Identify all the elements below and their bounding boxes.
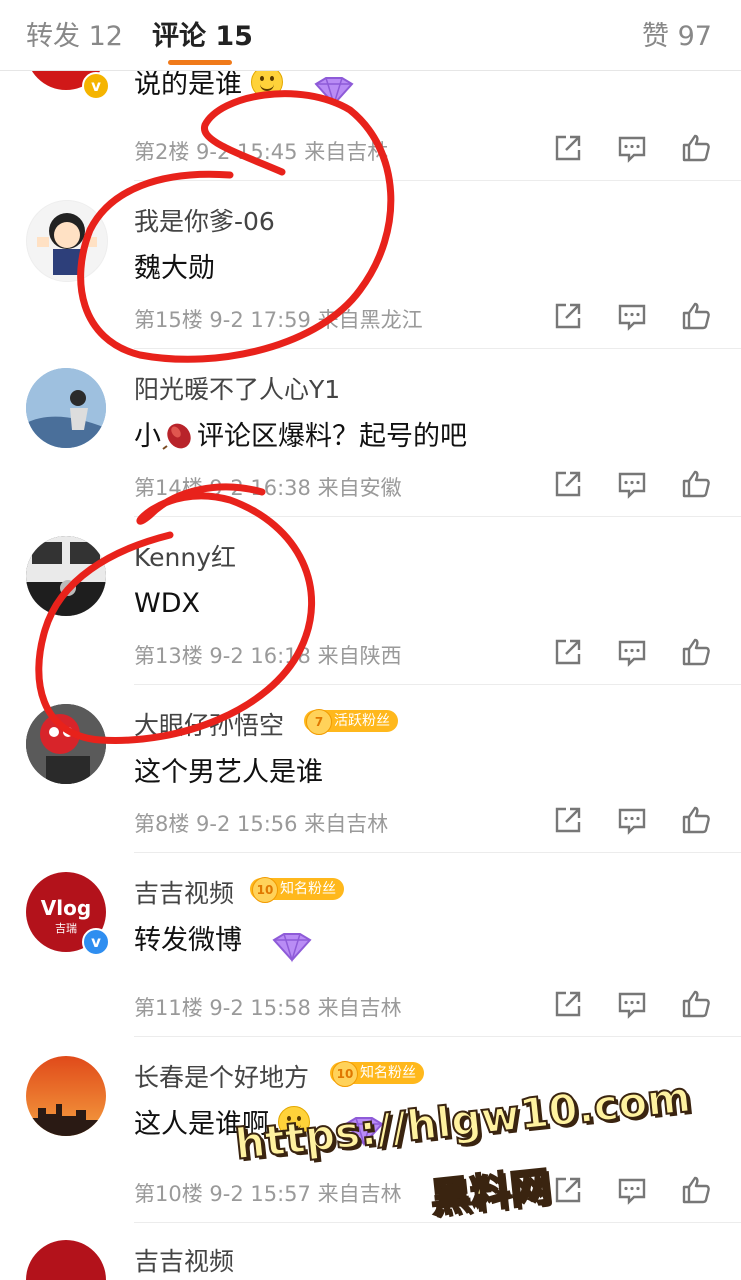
comment-tabs: 转发 12 评论 15 赞 97	[0, 0, 741, 71]
divider	[134, 180, 741, 181]
divider	[134, 852, 741, 853]
comment-actions	[552, 300, 722, 334]
like-icon[interactable]	[680, 300, 712, 332]
comment-actions	[552, 132, 722, 166]
share-icon[interactable]	[552, 1174, 584, 1206]
share-icon[interactable]	[552, 132, 584, 164]
comment-icon[interactable]	[616, 988, 648, 1020]
comment-author[interactable]: 吉吉视频	[134, 1242, 234, 1278]
tab-comments[interactable]: 评论 15	[152, 14, 253, 53]
comment-actions	[552, 1174, 722, 1208]
like-icon[interactable]	[680, 988, 712, 1020]
divider	[134, 516, 741, 517]
watermark-label: 黑料网	[427, 1163, 553, 1223]
like-icon[interactable]	[680, 636, 712, 668]
comment-author[interactable]: Kenny红	[134, 538, 236, 574]
fan-badge: 7 活跃粉丝	[304, 709, 398, 735]
divider	[134, 1036, 741, 1037]
share-icon[interactable]	[552, 804, 584, 836]
avatar[interactable]	[26, 1240, 106, 1280]
comment-meta: 第13楼 9-2 16:18 来自陕西	[134, 644, 402, 668]
comment-icon[interactable]	[616, 804, 648, 836]
comment-actions	[552, 804, 722, 838]
like-icon[interactable]	[680, 1174, 712, 1206]
fan-badge: 10 知名粉丝	[250, 877, 344, 903]
comment-author[interactable]: 吉吉视频	[134, 874, 234, 910]
divider	[134, 348, 741, 349]
comment-author[interactable]: 长春是个好地方	[134, 1058, 309, 1094]
comment-text: 小评论区爆料？起号的吧	[134, 421, 467, 452]
tab-repost[interactable]: 转发 12	[26, 14, 123, 53]
comment-text: 转发微博	[134, 925, 242, 956]
comment-meta: 第2楼 9-2 15:45 来自吉林	[134, 140, 389, 164]
comment-icon[interactable]	[616, 300, 648, 332]
avatar[interactable]	[26, 368, 106, 448]
divider	[134, 684, 741, 685]
comment-text: WDX	[134, 588, 200, 619]
active-tab-indicator	[168, 60, 232, 65]
comment-icon[interactable]	[616, 132, 648, 164]
share-icon[interactable]	[552, 636, 584, 668]
comment-text: 魏大勋	[134, 253, 215, 284]
fan-badge: 10 知名粉丝	[330, 1061, 424, 1087]
comment-meta: 第10楼 9-2 15:57 来自吉林	[134, 1182, 402, 1206]
diamond-icon	[272, 933, 312, 963]
comment-actions	[552, 988, 722, 1022]
share-icon[interactable]	[552, 468, 584, 500]
like-icon[interactable]	[680, 804, 712, 836]
verified-icon: v	[82, 72, 110, 100]
diamond-icon	[314, 77, 354, 107]
avatar[interactable]	[26, 1056, 106, 1136]
comment-text: 这个男艺人是谁	[134, 757, 323, 788]
sweet-potato-icon	[162, 423, 191, 450]
comment-author[interactable]: 阳光暖不了人心Y1	[134, 370, 340, 406]
share-icon[interactable]	[552, 300, 584, 332]
comment-meta: 第15楼 9-2 17:59 来自黑龙江	[134, 308, 423, 332]
comment-icon[interactable]	[616, 1174, 648, 1206]
comment-actions	[552, 636, 722, 670]
comment-author[interactable]: 大眼仔孙悟空	[134, 706, 284, 742]
like-icon[interactable]	[680, 132, 712, 164]
avatar[interactable]	[26, 536, 106, 616]
comment-actions	[552, 468, 722, 502]
share-icon[interactable]	[552, 988, 584, 1020]
verified-icon: v	[82, 928, 110, 956]
comment-author[interactable]: 我是你爹-06	[134, 202, 275, 238]
comment-meta: 第8楼 9-2 15:56 来自吉林	[134, 812, 389, 836]
avatar[interactable]	[26, 200, 108, 282]
comment-icon[interactable]	[616, 636, 648, 668]
like-icon[interactable]	[680, 468, 712, 500]
avatar[interactable]	[26, 704, 106, 784]
comment-meta: 第11楼 9-2 15:58 来自吉林	[134, 996, 402, 1020]
comment-icon[interactable]	[616, 468, 648, 500]
comment-meta: 第14楼 9-2 16:38 来自安徽	[134, 476, 402, 500]
tab-likes[interactable]: 赞 97	[642, 14, 712, 53]
